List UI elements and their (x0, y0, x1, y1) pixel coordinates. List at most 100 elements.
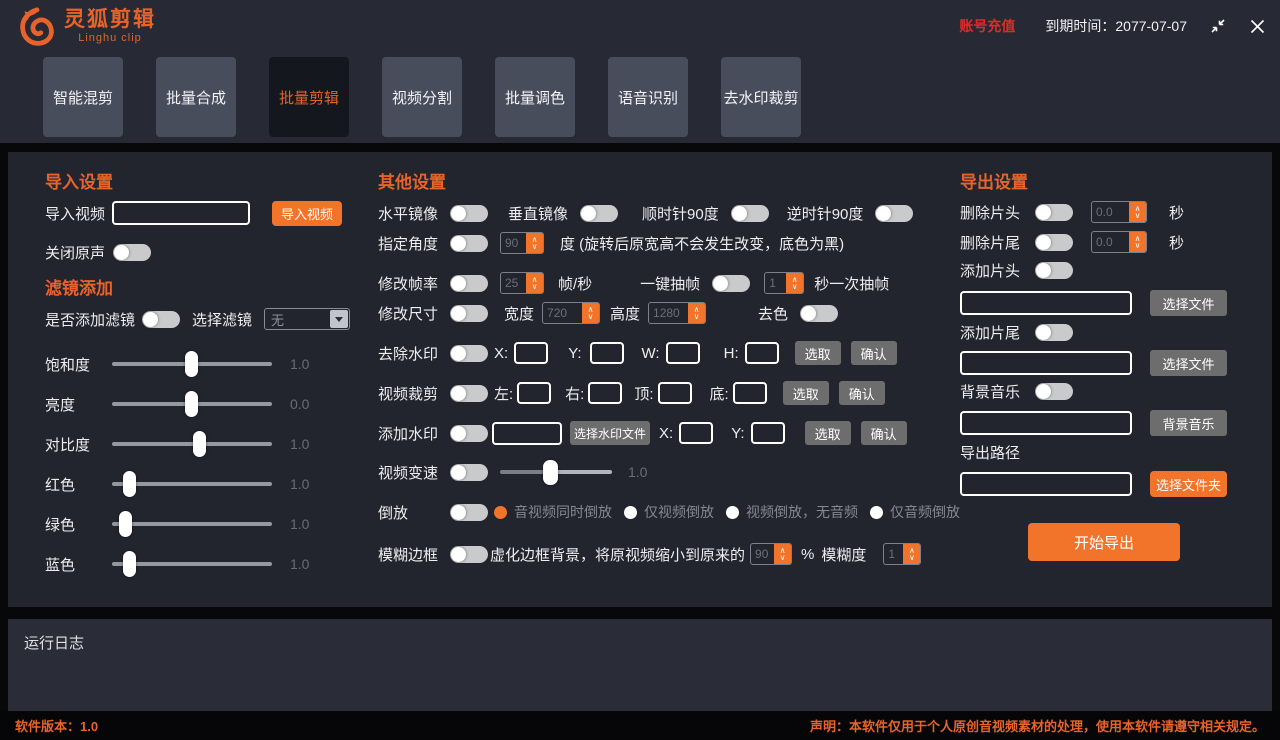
close-icon[interactable] (1249, 18, 1266, 35)
trim-tail-spinner-buttons[interactable]: ∧∨ (1129, 232, 1146, 252)
rotate-cw-toggle[interactable] (731, 205, 769, 222)
reverse-option-radio-video-no-audio[interactable] (726, 506, 739, 519)
blue-slider[interactable] (112, 562, 272, 566)
removewm-pick-button[interactable]: 选取 (795, 341, 841, 365)
import-video-button[interactable]: 导入视频 (272, 201, 342, 226)
add-filter-toggle[interactable] (142, 311, 180, 328)
saturation-slider[interactable] (112, 362, 272, 366)
green-slider[interactable] (112, 522, 272, 526)
tab-speech-recognition[interactable]: 语音识别 (608, 57, 688, 137)
extract-spinner[interactable]: 1 ∧∨ (764, 272, 804, 294)
blue-slider-knob[interactable] (123, 551, 136, 577)
remove-watermark-toggle[interactable] (450, 345, 488, 362)
minimize-icon[interactable] (1209, 17, 1227, 35)
speed-toggle[interactable] (450, 464, 488, 481)
contrast-slider-knob[interactable] (193, 431, 206, 457)
choose-folder-button[interactable]: 选择文件夹 (1150, 471, 1227, 497)
width-spinner-buttons[interactable]: ∧∨ (582, 303, 599, 323)
crop-toggle[interactable] (450, 385, 488, 402)
recharge-link[interactable]: 账号充值 (959, 16, 1015, 36)
trim-head-spinner[interactable]: 0.0 ∧∨ (1091, 201, 1147, 223)
head-file-input[interactable] (960, 291, 1132, 315)
contrast-slider[interactable] (112, 442, 272, 446)
filter-select[interactable]: 无 (264, 308, 350, 330)
saturation-slider-knob[interactable] (185, 351, 198, 377)
resize-toggle[interactable] (450, 305, 488, 322)
mirror-v-toggle[interactable] (580, 205, 618, 222)
bgm-file-input[interactable] (960, 411, 1132, 435)
extract-spinner-buttons[interactable]: ∧∨ (786, 273, 803, 293)
watermark-file-input[interactable] (492, 422, 562, 445)
mute-toggle[interactable] (113, 244, 151, 261)
fps-spinner[interactable]: 25 ∧∨ (500, 272, 544, 294)
trim-head-spinner-buttons[interactable]: ∧∨ (1129, 202, 1146, 222)
speed-slider-knob[interactable] (543, 460, 558, 485)
trim-head-toggle[interactable] (1035, 204, 1073, 221)
tail-file-input[interactable] (960, 351, 1132, 375)
bgm-toggle[interactable] (1035, 383, 1073, 400)
brightness-slider-knob[interactable] (185, 391, 198, 417)
decolor-toggle[interactable] (800, 305, 838, 322)
angle-spinner-buttons[interactable]: ∧∨ (526, 233, 543, 253)
addwm-y-input[interactable] (751, 422, 785, 444)
reverse-toggle[interactable] (450, 504, 488, 521)
height-spinner[interactable]: 1280 ∧∨ (648, 302, 706, 324)
fps-toggle[interactable] (450, 275, 488, 292)
speed-slider[interactable] (500, 470, 612, 474)
blur-scale-spinner-buttons[interactable]: ∧∨ (774, 544, 791, 564)
export-path-input[interactable] (960, 472, 1132, 496)
choose-watermark-file-button[interactable]: 选择水印文件 (570, 421, 650, 445)
red-slider-knob[interactable] (123, 471, 136, 497)
blur-degree-spinner[interactable]: 1 ∧∨ (883, 543, 921, 565)
addwm-x-input[interactable] (679, 422, 713, 444)
blur-border-toggle[interactable] (450, 546, 488, 563)
trim-tail-spinner[interactable]: 0.0 ∧∨ (1091, 231, 1147, 253)
blur-degree-spinner-buttons[interactable]: ∧∨ (903, 544, 920, 564)
removewm-y-input[interactable] (590, 342, 624, 364)
reverse-option-radio-audio-only[interactable] (870, 506, 883, 519)
tab-video-split[interactable]: 视频分割 (382, 57, 462, 137)
head-choose-file-button[interactable]: 选择文件 (1150, 290, 1227, 316)
dropdown-arrow-icon[interactable] (330, 310, 348, 328)
addwm-pick-button[interactable]: 选取 (805, 421, 851, 445)
removewm-w-input[interactable] (666, 342, 700, 364)
crop-pick-button[interactable]: 选取 (783, 381, 829, 405)
extract-toggle[interactable] (712, 275, 750, 292)
tab-smart-mix[interactable]: 智能混剪 (43, 57, 123, 137)
fps-spinner-buttons[interactable]: ∧∨ (526, 273, 543, 293)
addwm-confirm-button[interactable]: 确认 (861, 421, 907, 445)
tab-batch-color[interactable]: 批量调色 (495, 57, 575, 137)
rotate-ccw-toggle[interactable] (875, 205, 913, 222)
crop-top-input[interactable] (658, 382, 692, 404)
blur-scale-spinner[interactable]: 90 ∧∨ (750, 543, 792, 565)
reverse-option-radio-both[interactable] (494, 506, 507, 519)
removewm-confirm-button[interactable]: 确认 (851, 341, 897, 365)
height-spinner-buttons[interactable]: ∧∨ (688, 303, 705, 323)
crop-left-input[interactable] (517, 382, 551, 404)
width-spinner[interactable]: 720 ∧∨ (542, 302, 600, 324)
saturation-row: 饱和度 1.0 (45, 351, 309, 377)
add-tail-toggle[interactable] (1035, 324, 1073, 341)
angle-toggle[interactable] (450, 235, 488, 252)
brightness-slider[interactable] (112, 402, 272, 406)
reverse-option-radio-video-only[interactable] (624, 506, 637, 519)
add-head-toggle[interactable] (1035, 262, 1073, 279)
tab-batch-compose[interactable]: 批量合成 (156, 57, 236, 137)
tab-watermark-crop[interactable]: 去水印裁剪 (721, 57, 801, 137)
green-slider-knob[interactable] (119, 511, 132, 537)
tail-choose-file-button[interactable]: 选择文件 (1150, 350, 1227, 376)
import-video-input[interactable] (112, 201, 250, 225)
angle-spinner[interactable]: 90 ∧∨ (500, 232, 544, 254)
tab-batch-edit[interactable]: 批量剪辑 (269, 57, 349, 137)
bgm-choose-button[interactable]: 背景音乐 (1150, 410, 1227, 436)
removewm-h-input[interactable] (745, 342, 779, 364)
removewm-x-input[interactable] (514, 342, 548, 364)
trim-tail-toggle[interactable] (1035, 234, 1073, 251)
crop-confirm-button[interactable]: 确认 (839, 381, 885, 405)
red-slider[interactable] (112, 482, 272, 486)
crop-bottom-input[interactable] (733, 382, 767, 404)
crop-right-input[interactable] (588, 382, 622, 404)
mirror-h-toggle[interactable] (450, 205, 488, 222)
add-watermark-toggle[interactable] (450, 425, 488, 442)
start-export-button[interactable]: 开始导出 (1028, 523, 1180, 561)
